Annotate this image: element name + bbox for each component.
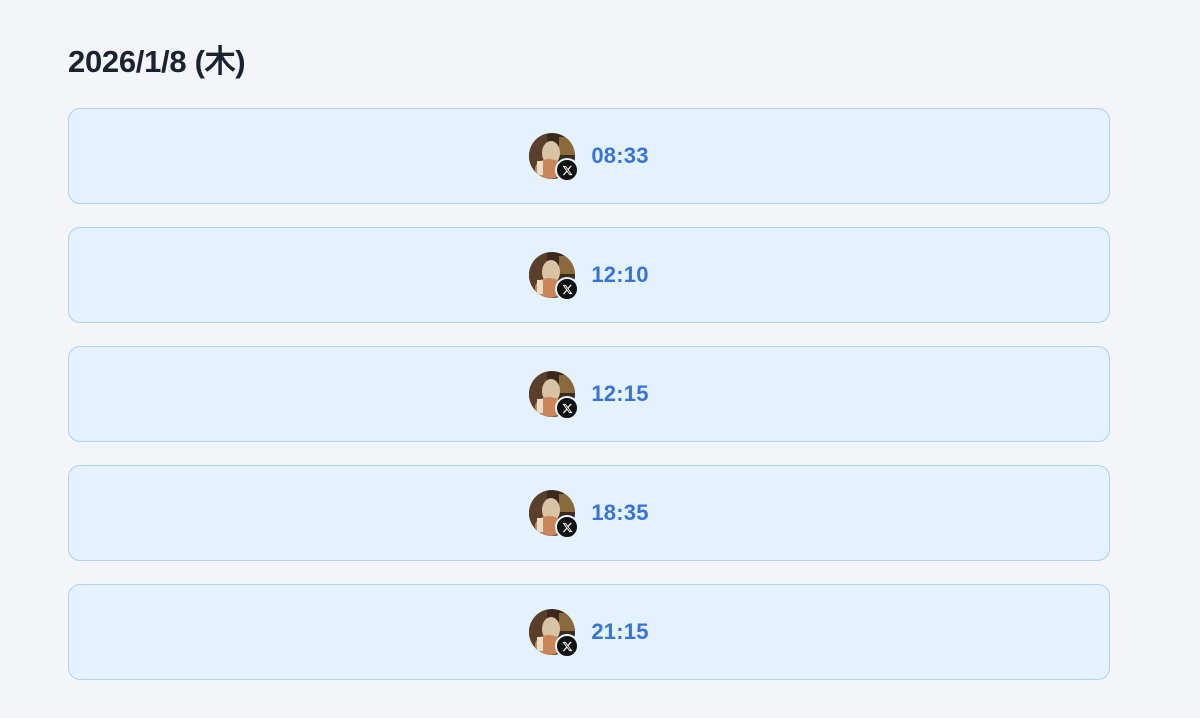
post-entry[interactable]: 12:15 — [68, 346, 1110, 442]
post-entry[interactable]: 18:35 — [68, 465, 1110, 561]
entry-content: 08:33 — [529, 133, 649, 182]
entry-list: 08:33 12:10 12:15 18:35 21:15 — [68, 108, 1110, 703]
post-entry[interactable]: 12:10 — [68, 227, 1110, 323]
avatar — [529, 490, 580, 539]
entry-content: 12:15 — [529, 371, 649, 420]
entry-content: 21:15 — [529, 609, 649, 658]
post-time: 21:15 — [591, 619, 649, 644]
post-time: 08:33 — [591, 143, 649, 168]
post-entry[interactable]: 08:33 — [68, 108, 1110, 204]
x-logo-icon — [555, 515, 580, 539]
page: 2026/1/8 (木) 08:33 12:10 12:15 18:35 21:… — [0, 0, 1200, 718]
avatar — [529, 371, 580, 420]
avatar — [529, 609, 580, 658]
date-heading: 2026/1/8 (木) — [68, 44, 246, 79]
x-logo-icon — [555, 634, 580, 658]
entry-content: 12:10 — [529, 252, 649, 301]
x-logo-icon — [555, 396, 580, 420]
x-logo-icon — [555, 277, 580, 301]
avatar — [529, 252, 580, 301]
entry-content: 18:35 — [529, 490, 649, 539]
avatar — [529, 133, 580, 182]
post-time: 18:35 — [591, 500, 649, 525]
x-logo-icon — [555, 158, 580, 182]
post-time: 12:15 — [591, 381, 649, 406]
post-entry[interactable]: 21:15 — [68, 584, 1110, 680]
post-time: 12:10 — [591, 262, 649, 287]
